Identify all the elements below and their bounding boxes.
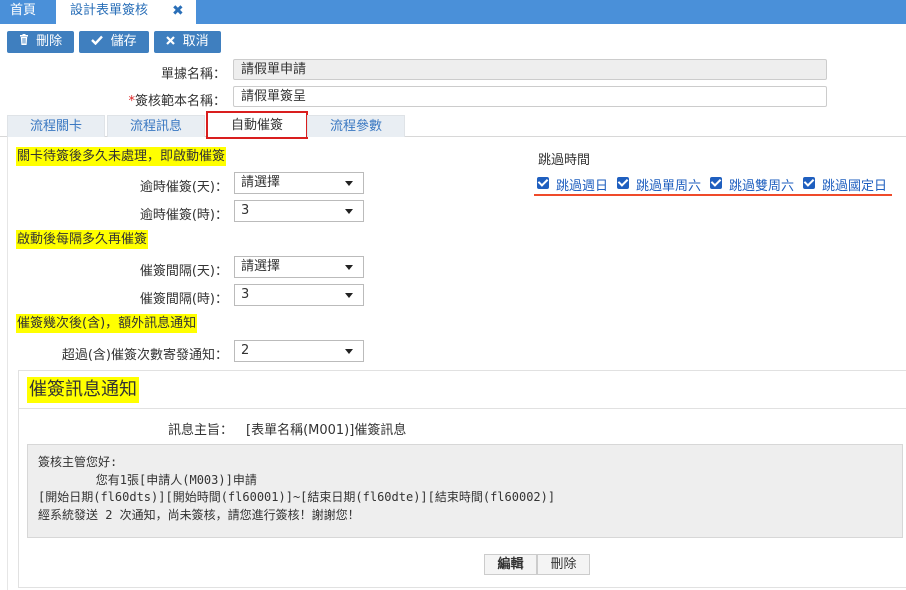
extra-notify-label: 超過(含)催簽次數寄發通知： — [61, 348, 228, 363]
overdue-days-value: 請選擇 — [241, 175, 281, 190]
cancel-button[interactable]: 取消 — [154, 31, 221, 53]
form-name-label: 單據名稱： — [160, 67, 226, 82]
interval-days-select[interactable]: 請選擇 — [234, 256, 364, 278]
message-line: 經系統發送 2 次通知，尚未簽核，請您進行簽核！謝謝您！ — [38, 507, 360, 522]
top-tab-bar: 首頁 設計表單簽核 ✖ — [0, 0, 906, 24]
message-line: 簽核主管您好: — [38, 455, 118, 469]
tab-flow-stage[interactable]: 流程關卡 — [7, 115, 105, 137]
overdue-hours-label: 逾時催簽(時)： — [139, 208, 228, 223]
skip-time-title: 跳過時間 — [538, 153, 591, 168]
skip-time-underline — [534, 194, 892, 196]
form-name-field: 請假單申請 — [233, 59, 827, 80]
save-button[interactable]: 儲存 — [79, 31, 149, 53]
chevron-down-icon — [345, 349, 353, 354]
message-line: 您有1張[申請人(M003)]申請 — [38, 472, 257, 487]
chevron-down-icon — [345, 181, 353, 186]
subject-value: [表單名稱(M001)]催簽訊息 — [246, 423, 407, 438]
notification-divider — [19, 408, 906, 409]
skip-even-saturday-checkbox[interactable] — [710, 177, 722, 189]
group-overdue-title: 關卡待簽後多久未處理，即啟動催簽 — [16, 147, 227, 166]
interval-hours-label: 催簽間隔(時)： — [139, 292, 228, 307]
close-icon[interactable]: ✖ — [172, 0, 184, 22]
message-line: [開始日期(fl60dts)][開始時間(fl60001)]~[結束日期(fl6… — [38, 490, 556, 504]
edit-button[interactable]: 編輯 — [484, 554, 537, 575]
template-name-label-wrap: *簽核範本名稱： — [110, 90, 226, 109]
chevron-down-icon — [345, 293, 353, 298]
skip-even-saturday-label[interactable]: 跳過雙周六 — [729, 175, 794, 194]
chevron-down-icon — [345, 209, 353, 214]
group-interval-title: 啟動後每隔多久再催簽 — [16, 230, 149, 249]
skip-odd-saturday-checkbox[interactable] — [617, 177, 629, 189]
group-extra-notify-title: 催簽幾次後(含)，額外訊息通知 — [16, 314, 198, 333]
interval-days-label: 催簽間隔(天)： — [139, 264, 228, 279]
skip-sunday-label[interactable]: 跳過週日 — [556, 175, 608, 194]
delete-message-button[interactable]: 刪除 — [537, 554, 590, 575]
trash-icon — [19, 34, 33, 49]
skip-holiday-checkbox[interactable] — [803, 177, 815, 189]
skip-holiday-label[interactable]: 跳過國定日 — [822, 175, 887, 194]
check-icon — [91, 34, 107, 49]
overdue-days-label: 逾時催簽(天)： — [139, 180, 228, 195]
tab-auto-remind[interactable]: 自動催簽 — [206, 111, 308, 139]
tab-design-form-approval[interactable]: 設計表單簽核 ✖ — [56, 0, 196, 24]
interval-hours-value: 3 — [241, 287, 250, 302]
content-left-border — [7, 137, 8, 590]
delete-button[interactable]: 刪除 — [7, 31, 74, 53]
interval-days-value: 請選擇 — [241, 259, 281, 274]
tab-flow-params[interactable]: 流程參數 — [307, 115, 405, 137]
tab-design-form-approval-label: 設計表單簽核 — [70, 3, 149, 18]
skip-sunday-checkbox[interactable] — [537, 177, 549, 189]
overdue-hours-value: 3 — [241, 203, 250, 218]
save-button-label: 儲存 — [110, 34, 137, 49]
subject-label: 訊息主旨： — [168, 423, 234, 438]
tab-home[interactable]: 首頁 — [0, 0, 46, 24]
extra-notify-select[interactable]: 2 — [234, 340, 364, 362]
overdue-hours-select[interactable]: 3 — [234, 200, 364, 222]
message-body: 簽核主管您好: 您有1張[申請人(M003)]申請 [開始日期(fl60dts)]… — [27, 444, 903, 538]
template-name-label: 簽核範本名稱： — [134, 94, 226, 109]
close-x-icon — [166, 34, 179, 49]
interval-hours-select[interactable]: 3 — [234, 284, 364, 306]
template-name-input[interactable]: 請假單簽呈 — [233, 86, 827, 107]
notification-title: 催簽訊息通知 — [27, 377, 139, 403]
skip-odd-saturday-label[interactable]: 跳過單周六 — [636, 175, 701, 194]
delete-button-label: 刪除 — [36, 34, 63, 49]
overdue-days-select[interactable]: 請選擇 — [234, 172, 364, 194]
cancel-button-label: 取消 — [182, 34, 209, 49]
chevron-down-icon — [345, 265, 353, 270]
extra-notify-value: 2 — [241, 343, 250, 358]
tab-flow-message[interactable]: 流程訊息 — [107, 115, 205, 137]
